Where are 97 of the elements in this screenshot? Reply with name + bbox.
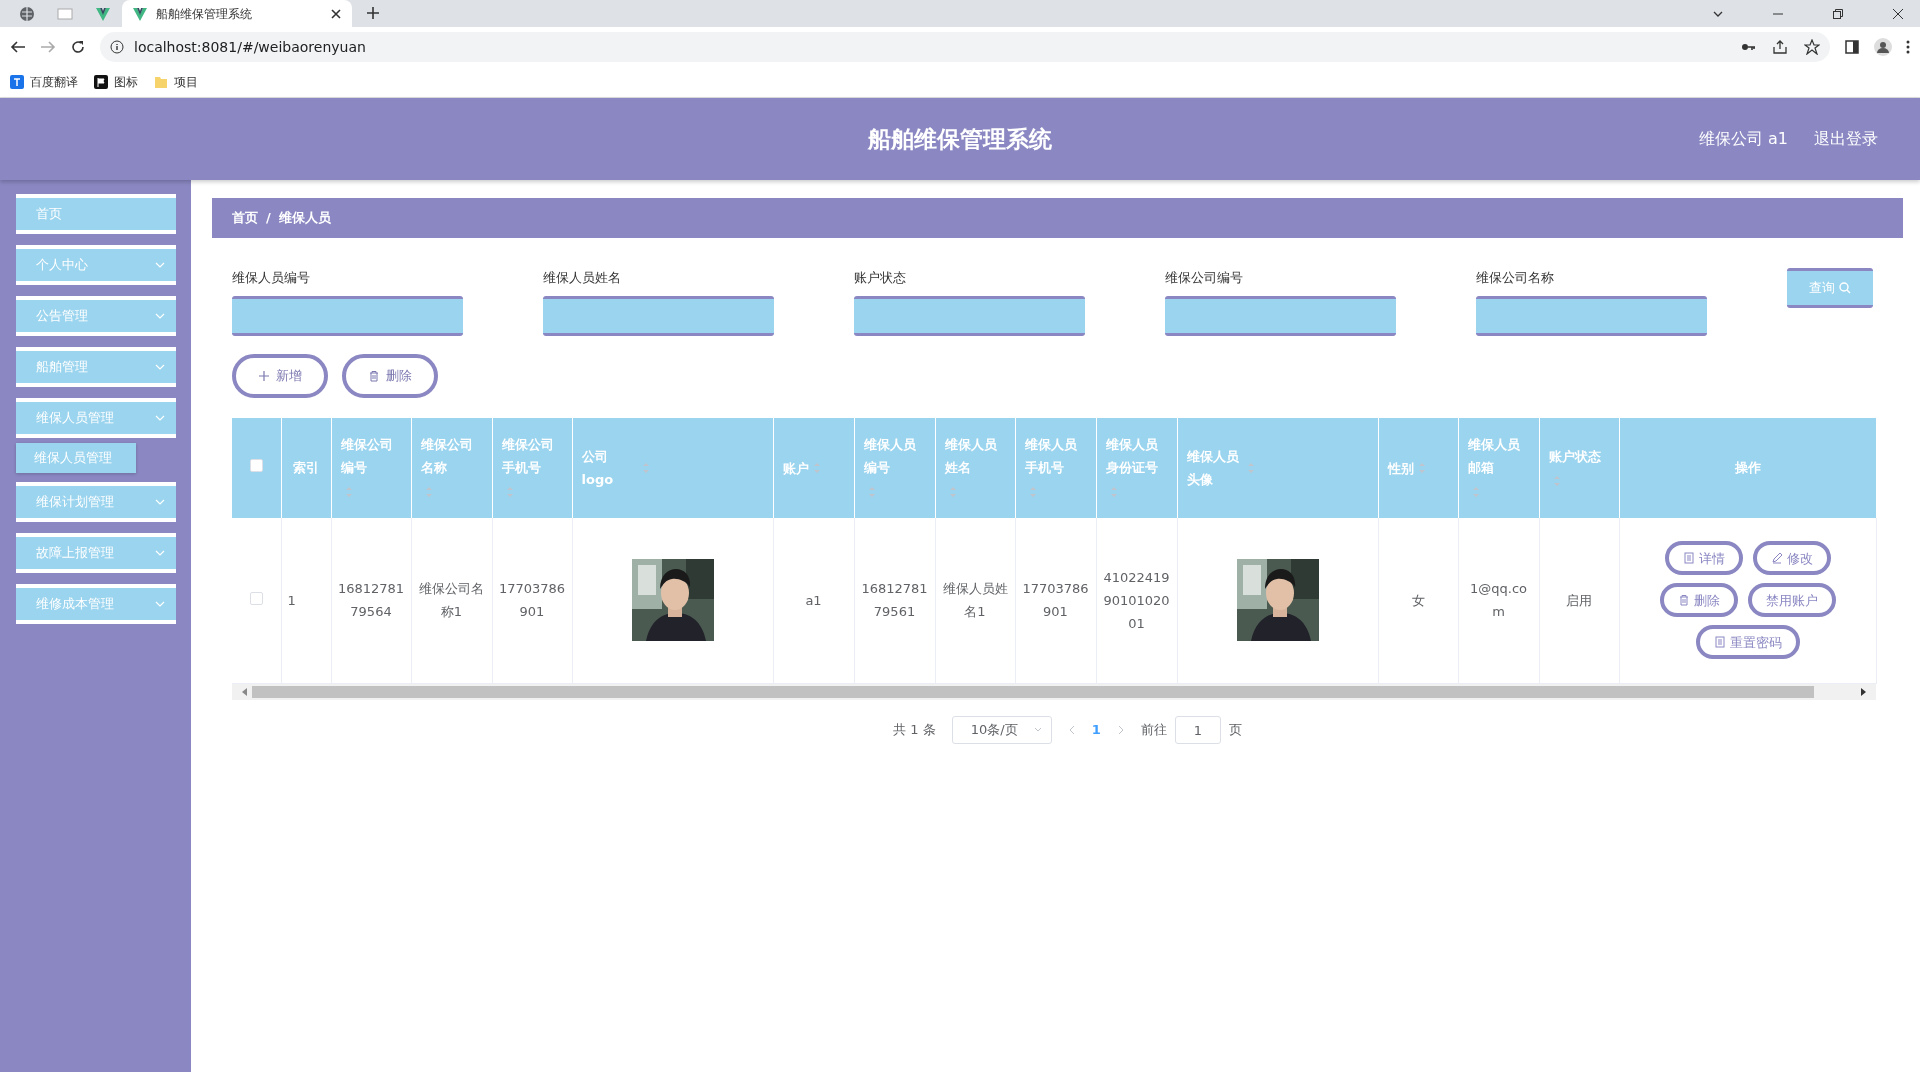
row-checkbox[interactable] (249, 591, 263, 605)
forward-icon[interactable] (40, 39, 56, 55)
table-cell-text: 启用 (1566, 591, 1592, 610)
input-field[interactable] (854, 295, 1085, 336)
user-name: 维保公司 a1 (1698, 128, 1788, 150)
table-cell-text: 1 (287, 591, 296, 610)
sidebar-item[interactable]: 船舶管理 (16, 347, 176, 387)
logout-link[interactable]: 退出登录 (1814, 127, 1878, 151)
app-title: 船舶维保管理系统 (868, 124, 1052, 154)
query-button[interactable]: 查询 (1787, 268, 1873, 308)
input-field[interactable] (543, 295, 774, 336)
bookmark[interactable]: 百度翻译 (10, 73, 78, 91)
address-bar[interactable]: localhost:8081/#/weibaorenyuan (100, 32, 1830, 62)
submenu-item[interactable]: 维保人员管理 (16, 443, 136, 473)
field-label: 维保公司名称 (1476, 269, 1555, 287)
star-icon[interactable] (1804, 39, 1820, 55)
sidebar-item[interactable]: 个人中心 (16, 245, 176, 285)
field-label: 维保公司编号 (1165, 269, 1244, 287)
profile-icon[interactable] (1874, 38, 1892, 56)
back-icon[interactable] (10, 39, 26, 55)
table-cell-text: 维保公司名称1 (418, 580, 485, 622)
v-logo-icon (132, 5, 148, 22)
goto-label: 前往 (1140, 721, 1167, 740)
page-size-select[interactable]: 10条/页 (951, 716, 1052, 744)
bookmark[interactable]: 图标 (94, 73, 138, 91)
sidebar-item[interactable]: 维修成本管理 (16, 584, 176, 624)
info-icon (110, 40, 124, 54)
sidebar-item[interactable]: 故障上报管理 (16, 533, 176, 573)
action-button[interactable]: 删除 (342, 353, 438, 398)
prev-page-icon[interactable] (1067, 725, 1076, 735)
input-field[interactable] (1165, 295, 1396, 336)
table-cell-text: 1681278179564 (337, 580, 405, 622)
field-label: 账户状态 (854, 269, 907, 287)
page-input[interactable]: 1 (1174, 716, 1221, 744)
field-label: 维保人员编号 (232, 269, 311, 287)
table-cell-text: 410224199010102001 (1102, 568, 1171, 633)
column-header[interactable]: 性别 (1387, 456, 1414, 480)
input-field[interactable] (1476, 295, 1707, 336)
total-count: 共 1 条 (893, 721, 936, 740)
folder-icon (154, 75, 168, 89)
new-tab-icon[interactable] (366, 6, 380, 20)
share-icon[interactable] (1772, 39, 1788, 55)
plus-icon (258, 369, 270, 382)
breadcrumb-item[interactable]: 首页 (232, 208, 258, 228)
table-cell-text: 17703786901 (498, 580, 566, 622)
globe-icon (19, 5, 35, 22)
column-header[interactable]: 操作 (1734, 460, 1761, 475)
flag-icon (94, 75, 108, 89)
breadcrumb-item: 维保人员 (278, 209, 331, 228)
v-logo-icon (95, 5, 111, 22)
side-panel-icon[interactable] (1844, 39, 1860, 55)
search-icon (1839, 282, 1851, 294)
row-action-button[interactable]: 详情 (1664, 541, 1743, 576)
horizontal-scrollbar[interactable] (232, 684, 1876, 700)
document-icon (1713, 636, 1726, 649)
table-cell-text: 女 (1411, 591, 1425, 610)
table-cell-text: a1 (805, 591, 822, 610)
table-cell-text: 维保人员姓名1 (941, 580, 1009, 622)
breadcrumb-separator: / (266, 209, 271, 228)
sidebar-item[interactable]: 维保人员管理 (16, 398, 176, 438)
close-icon[interactable] (330, 7, 342, 20)
reload-icon[interactable] (70, 39, 86, 55)
table-cell-text: 1@qq.com (1469, 580, 1528, 622)
table-cell-text: 1681278179561 (860, 580, 929, 622)
trash-icon (1677, 594, 1690, 607)
next-page-icon[interactable] (1116, 725, 1125, 735)
select-all-checkbox[interactable] (249, 459, 263, 472)
field-label: 维保人员姓名 (543, 269, 622, 287)
page-number[interactable]: 1 (1091, 720, 1101, 740)
row-action-button[interactable]: 重置密码 (1695, 625, 1800, 660)
scroll-right-icon[interactable] (1860, 688, 1866, 696)
row-action-button[interactable]: 修改 (1752, 541, 1831, 576)
pencil-icon (1770, 552, 1783, 565)
column-header[interactable]: 公司logo (581, 444, 638, 491)
sidebar-item[interactable]: 公告管理 (16, 296, 176, 336)
input-field[interactable] (232, 295, 463, 336)
translate-icon (10, 75, 24, 89)
page-suffix: 页 (1228, 721, 1242, 740)
row-action-button[interactable]: 删除 (1659, 583, 1738, 618)
scroll-left-icon[interactable] (242, 688, 248, 696)
column-header[interactable]: 索引 (293, 460, 319, 475)
restore-icon[interactable] (1832, 7, 1844, 20)
page-icon (57, 5, 73, 22)
sidebar-item[interactable]: 首页 (16, 194, 176, 234)
close-icon[interactable] (1892, 7, 1904, 20)
browser-tab[interactable]: 船舶维保管理系统 (122, 0, 352, 27)
column-header[interactable]: 账户状态 (1548, 445, 1601, 468)
column-header[interactable]: 维保人员头像 (1186, 444, 1243, 491)
sidebar-item[interactable]: 维保计划管理 (16, 482, 176, 522)
document-icon (1682, 552, 1695, 565)
row-action-button[interactable]: 禁用账户 (1747, 583, 1836, 618)
table-cell-text: 17703786901 (1021, 580, 1090, 622)
trash-icon (368, 369, 380, 382)
menu-icon[interactable] (1906, 39, 1910, 55)
column-header[interactable]: 账户 (782, 456, 809, 480)
bookmark[interactable]: 项目 (154, 73, 198, 91)
action-button[interactable]: 新增 (232, 353, 328, 398)
